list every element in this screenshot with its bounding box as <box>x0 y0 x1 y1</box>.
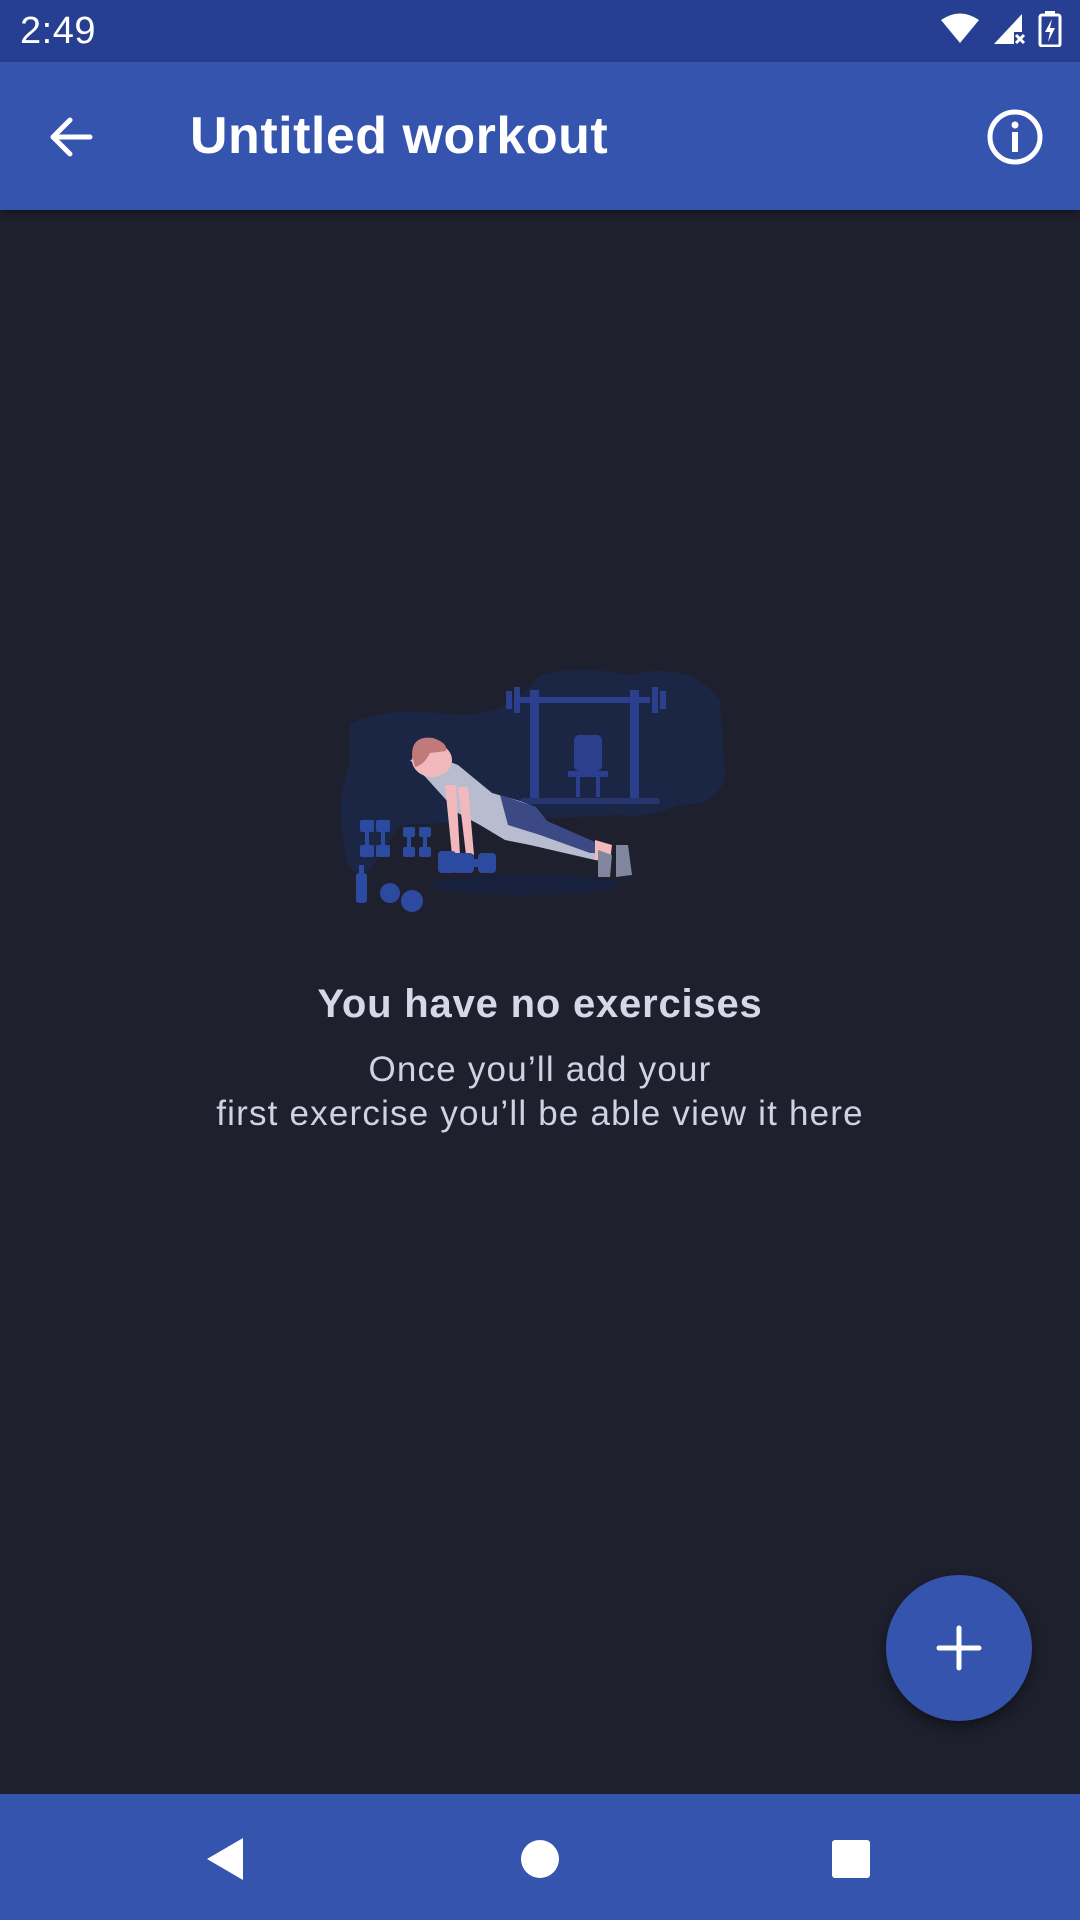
nav-home-button[interactable] <box>505 1824 575 1894</box>
app-bar: Untitled workout <box>0 62 1080 210</box>
system-nav-bar <box>0 1794 1080 1920</box>
plus-icon <box>936 1625 982 1671</box>
empty-state-description-line2: first exercise you’ll be able view it he… <box>216 1094 864 1133</box>
status-bar: 2:49 <box>0 0 1080 62</box>
nav-home-icon <box>521 1840 559 1878</box>
status-icons <box>940 10 1062 52</box>
arrow-back-icon <box>50 117 93 157</box>
battery-charging-icon <box>1038 10 1062 52</box>
nav-back-button[interactable] <box>190 1824 260 1894</box>
back-button[interactable] <box>36 102 106 172</box>
info-button[interactable] <box>978 100 1052 174</box>
nav-recents-button[interactable] <box>816 1824 886 1894</box>
empty-state-description: Once you’ll add your first exercise you’… <box>0 1048 1080 1136</box>
cell-signal-icon <box>992 12 1026 51</box>
page-title: Untitled workout <box>190 107 609 165</box>
empty-state-description-line1: Once you’ll add your <box>368 1050 712 1089</box>
add-exercise-button[interactable] <box>886 1575 1032 1721</box>
nav-back-icon <box>207 1838 243 1880</box>
nav-recents-icon <box>832 1840 870 1878</box>
info-icon <box>987 109 1043 165</box>
wifi-icon <box>940 13 980 50</box>
empty-state-title: You have no exercises <box>317 982 763 1026</box>
workout-pushup-illustration <box>340 655 740 925</box>
status-time: 2:49 <box>20 10 96 52</box>
